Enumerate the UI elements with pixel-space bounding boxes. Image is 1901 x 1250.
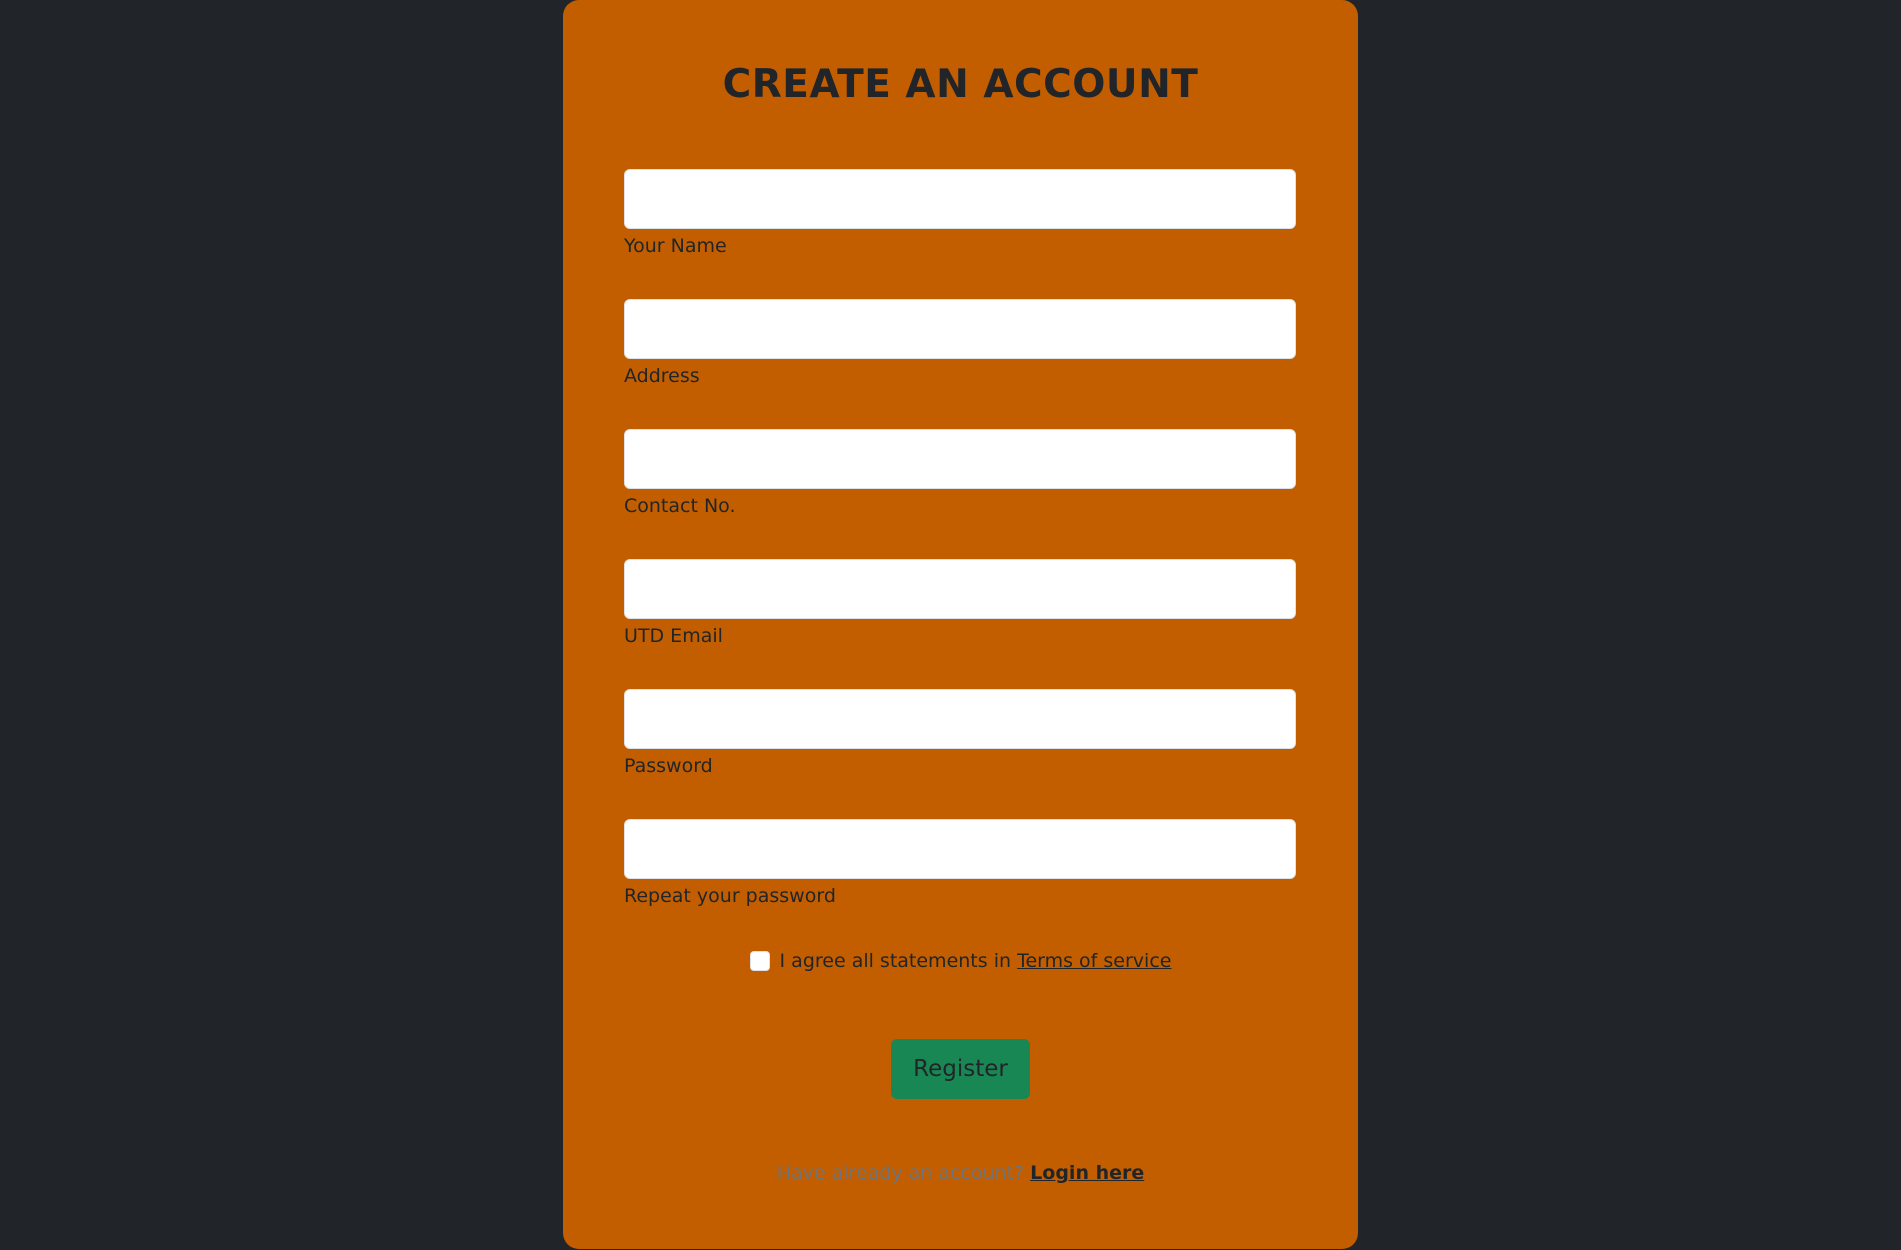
name-label: Your Name [624, 235, 727, 257]
address-label: Address [624, 365, 700, 387]
email-input[interactable] [624, 559, 1296, 619]
password-label: Password [624, 755, 713, 777]
repeat-password-input[interactable] [624, 819, 1296, 879]
register-button[interactable]: Register [891, 1039, 1030, 1099]
terms-row: I agree all statements in Terms of servi… [563, 950, 1358, 972]
terms-text: I agree all statements in [779, 950, 1018, 972]
contact-field-group: Contact No. [624, 429, 1296, 519]
page-title: CREATE AN ACCOUNT [722, 62, 1199, 107]
terms-checkbox[interactable] [749, 951, 770, 971]
login-link[interactable]: Login here [1030, 1162, 1144, 1184]
login-prompt: Have already an account? [776, 1162, 1031, 1184]
repeat-password-label: Repeat your password [624, 885, 836, 907]
password-input[interactable] [624, 689, 1296, 749]
password-field-group: Password [624, 689, 1296, 779]
name-input[interactable] [624, 169, 1296, 229]
contact-label: Contact No. [624, 495, 736, 517]
address-field-group: Address [624, 299, 1296, 389]
email-label: UTD Email [624, 625, 723, 647]
contact-input[interactable] [624, 429, 1296, 489]
address-input[interactable] [624, 299, 1296, 359]
email-field-group: UTD Email [624, 559, 1296, 649]
terms-link[interactable]: Terms of service [1017, 950, 1171, 972]
register-card: CREATE AN ACCOUNT Your Name Address Cont… [563, 0, 1358, 1249]
login-row: Have already an account? Login here [563, 1162, 1358, 1184]
name-field-group: Your Name [624, 169, 1296, 259]
repeat-password-field-group: Repeat your password [624, 819, 1296, 909]
